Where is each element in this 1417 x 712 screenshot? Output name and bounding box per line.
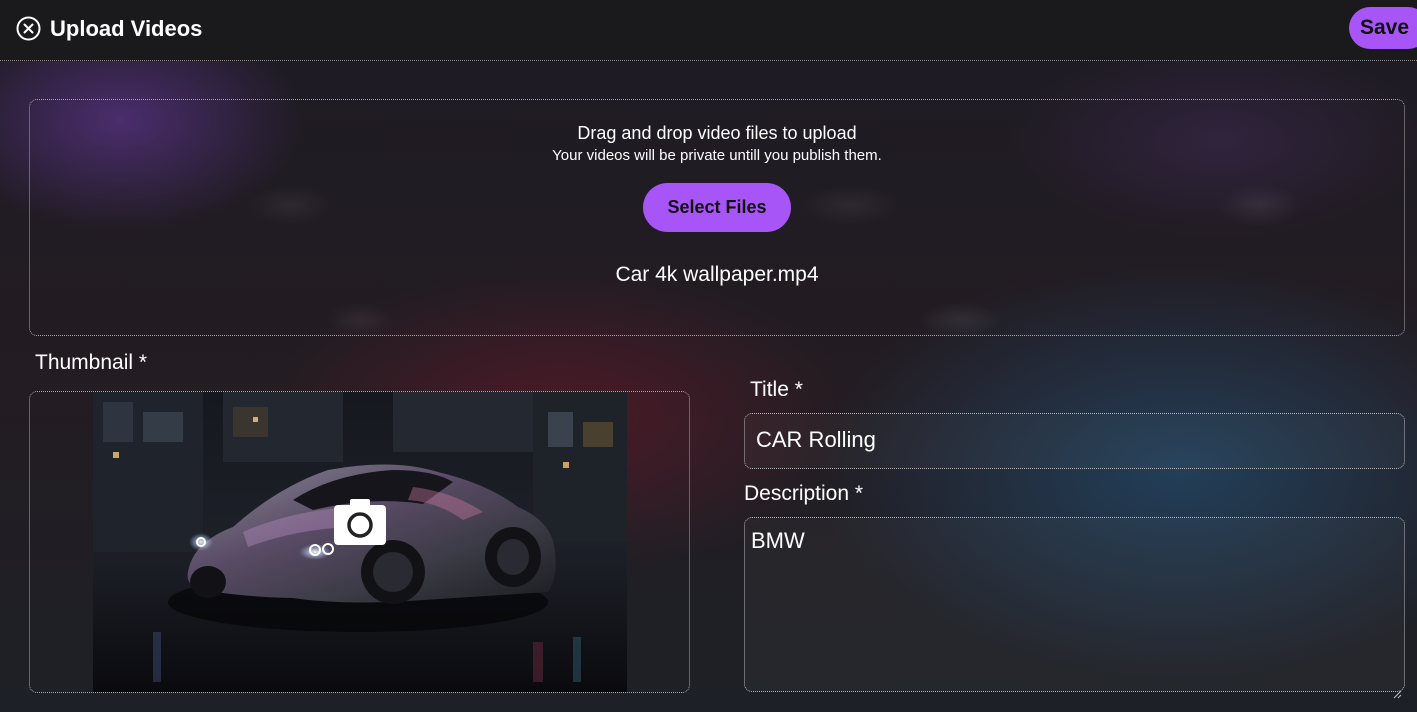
title-label: Title * (750, 378, 803, 401)
resize-handle-icon[interactable] (1392, 679, 1402, 699)
thumbnail-label: Thumbnail * (35, 351, 148, 374)
description-textarea[interactable]: BMW (744, 517, 1405, 699)
close-icon[interactable] (16, 16, 41, 41)
thumbnail-box (29, 391, 690, 693)
dropzone-privacy-note: Your videos will be private untill you p… (552, 147, 882, 164)
save-button[interactable]: Save (1349, 7, 1417, 49)
camera-icon[interactable] (332, 497, 388, 547)
description-text: BMW (751, 528, 805, 553)
dropzone-title: Drag and drop video files to upload (577, 123, 857, 143)
page-title: Upload Videos (50, 16, 203, 41)
video-dropzone[interactable]: Drag and drop video files to upload Your… (29, 99, 1405, 336)
select-files-button[interactable]: Select Files (643, 183, 791, 232)
upload-video-page: Upload Videos Save Drag and drop video f… (0, 0, 1417, 712)
selected-file-name: Car 4k wallpaper.mp4 (615, 263, 819, 286)
description-label: Description * (744, 482, 864, 505)
top-bar: Upload Videos Save (0, 0, 1417, 61)
title-input[interactable]: CAR Rolling (744, 413, 1405, 469)
